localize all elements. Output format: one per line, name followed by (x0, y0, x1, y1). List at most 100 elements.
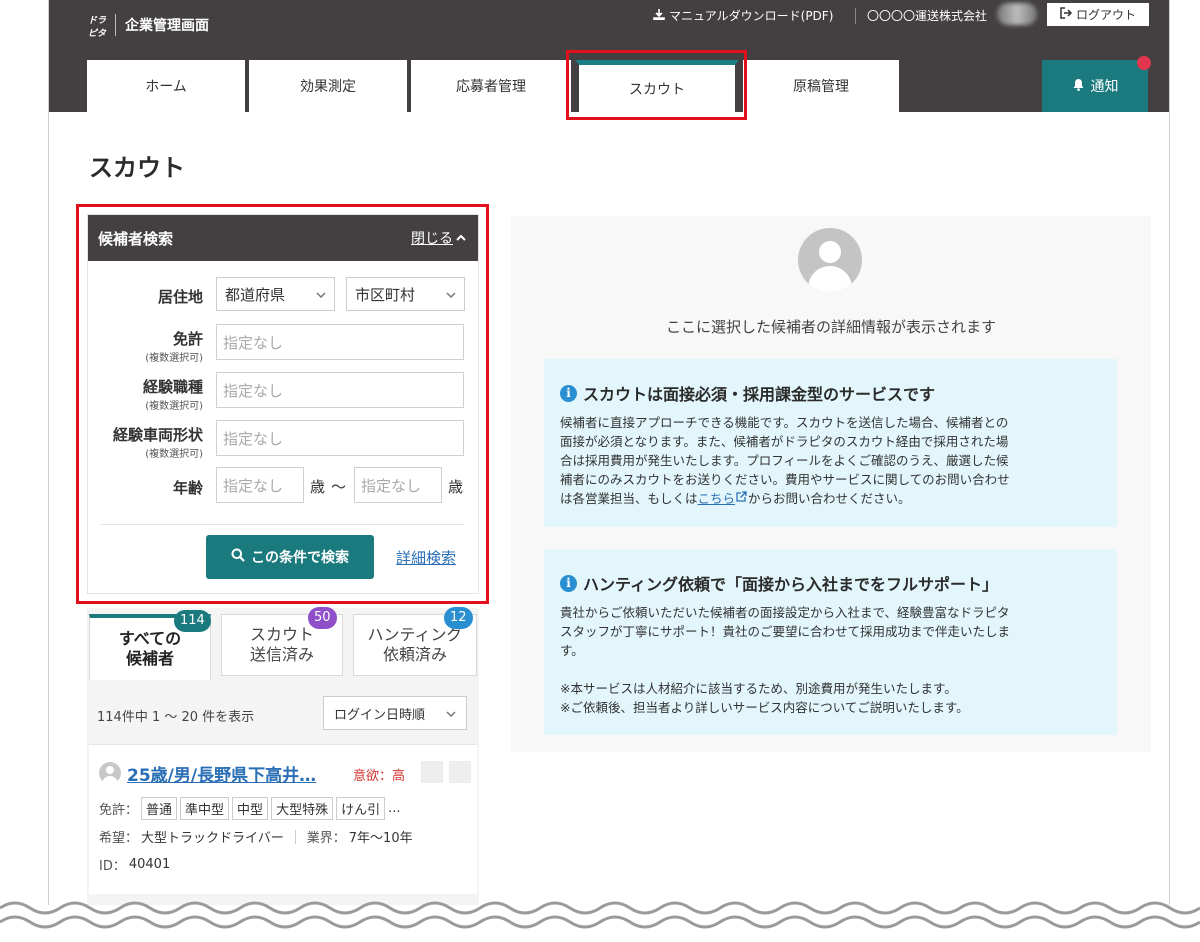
info-line: 候補者に直接アプローチできる機能です。スカウトを送信した場合、候補者との (560, 415, 1009, 430)
app-title: 企業管理画面 (125, 18, 209, 34)
torn-edge (0, 901, 1200, 942)
count-badge: 50 (308, 607, 337, 629)
contact-link[interactable]: こちら (698, 491, 736, 506)
info-text: からお問い合わせください。 (748, 491, 911, 506)
tab-all-candidates[interactable]: 114 すべての 候補者 (89, 610, 211, 680)
age-range-tilde: 〜 (331, 478, 347, 496)
license-input[interactable]: 指定なし (216, 324, 464, 360)
chevron-up-icon (456, 230, 466, 246)
bell-icon (1072, 78, 1085, 95)
search-button[interactable]: この条件で検索 (206, 535, 374, 579)
logout-button[interactable]: ログアウト (1047, 3, 1149, 26)
license-chip: 中型 (232, 797, 269, 820)
id-row: ID： 40401 (99, 855, 170, 874)
header: ドラ ピタ 企業管理画面 マニュアルダウンロード(PDF) 〇〇〇〇運送株式会社… (49, 0, 1169, 112)
notification-button[interactable]: 通知 (1042, 60, 1148, 112)
svg-text:ピタ: ピタ (88, 28, 107, 39)
city-select[interactable]: 市区町村 (346, 277, 465, 311)
detail-placeholder-text: ここに選択した候補者の詳細情報が表示されます (665, 318, 996, 336)
tab-hunting-requested[interactable]: 12 ハンティング 依頼済み (353, 607, 477, 676)
job-type-label: 経験職種 (142, 378, 203, 396)
id-label: ID： (99, 859, 126, 874)
advanced-search-link[interactable]: 詳細検索 (396, 547, 456, 568)
close-panel-link[interactable]: 閉じる (411, 228, 466, 248)
logo[interactable]: ドラ ピタ (87, 12, 109, 40)
tab-applicant-management[interactable]: 応募者管理 (411, 60, 571, 112)
result-count: 114件中 1 〜 20 件を表示 (97, 710, 255, 725)
search-panel-title: 候補者検索 (98, 229, 174, 248)
industry-label: 業界： (306, 831, 346, 846)
search-panel-header: 候補者検索 閉じる (88, 215, 478, 261)
sort-value: ログイン日時順 (334, 707, 426, 723)
info-line: す。 (560, 643, 584, 658)
divider (100, 524, 464, 525)
info-text: は各営業担当、もしくは (560, 491, 698, 506)
candidate-list: 114 すべての 候補者 50 スカウト 送信済み 12 ハンティング 依頼済み… (87, 607, 479, 905)
license-chip: けん引 (336, 797, 386, 820)
search-button-label: この条件で検索 (251, 550, 349, 566)
info-line: スタッフが丁寧にサポート！貴社のご要望に合わせて採用成功まで伴走いたしま (560, 624, 1011, 639)
divider (294, 829, 296, 844)
tab-label-line1: スカウト (249, 625, 314, 644)
tab-label-line1: ハンティング (367, 625, 463, 644)
residence-label: 居住地 (157, 288, 203, 306)
job-type-input[interactable]: 指定なし (216, 372, 464, 408)
scout-info-box: i スカウトは面接必須・採用課金型のサービスです 候補者に直接アプローチできる機… (544, 359, 1117, 527)
industry-value: 7年〜10年 (348, 831, 413, 846)
chevron-down-icon (446, 706, 456, 721)
chevron-down-icon (446, 288, 456, 301)
svg-text:ドラ: ドラ (88, 15, 107, 26)
info-title-text: スカウトは面接必須・採用課金型のサービスです (583, 385, 936, 404)
info-line: 面接が必須となります。また、候補者がドラピタのスカウト経由で採用された場 (560, 434, 1009, 449)
notification-dot (1137, 56, 1151, 70)
license-chip: 準中型 (180, 797, 230, 820)
prefecture-select[interactable]: 都道府県 (216, 277, 335, 311)
vehicle-shape-label: 経験車両形状 (112, 426, 203, 444)
tab-scout[interactable]: スカウト (575, 60, 739, 112)
wish-value: 大型トラックドライバー (141, 831, 284, 846)
app-window: ドラ ピタ 企業管理画面 マニュアルダウンロード(PDF) 〇〇〇〇運送株式会社… (48, 0, 1170, 905)
company-name: 〇〇〇〇運送株式会社 (867, 9, 988, 23)
license-row: 免許： 普通 準中型 中型 大型特殊 けん引 ... (99, 797, 401, 820)
manual-download-label: マニュアルダウンロード(PDF) (669, 9, 834, 23)
license-more: ... (388, 801, 401, 816)
license-label: 免許 (172, 330, 203, 348)
sort-select[interactable]: ログイン日時順 (323, 696, 467, 730)
info-line: 補者にのみスカウトをお送りください。費用やサービスに関してのお問い合わせ (560, 472, 1010, 487)
age-min-input[interactable]: 指定なし (216, 467, 304, 503)
download-icon (653, 8, 665, 23)
external-link-icon (735, 491, 748, 506)
info-icon: i (560, 574, 577, 592)
info-line: ※ご依頼後、担当者より詳しいサービス内容についてご説明いたします。 (560, 700, 969, 715)
manual-download-link[interactable]: マニュアルダウンロード(PDF) (653, 7, 833, 24)
motivation-label: 意欲：高 (353, 769, 406, 784)
info-title-text: ハンティング依頼で「面接から入社までをフルサポート」 (583, 575, 999, 594)
divider (115, 14, 116, 36)
license-row-label: 免許： (99, 803, 139, 818)
info-line: ※本サービスは人材紹介に該当するため、別途費用が発生いたします。 (560, 681, 957, 696)
wish-label: 希望： (99, 831, 139, 846)
info-title: i スカウトは面接必須・採用課金型のサービスです (560, 381, 935, 405)
action-icon[interactable] (421, 761, 443, 783)
count-badge: 114 (174, 610, 211, 632)
license-chip: 大型特殊 (271, 797, 334, 820)
close-label: 閉じる (411, 231, 453, 247)
tab-scout-sent[interactable]: 50 スカウト 送信済み (221, 607, 343, 676)
tab-home[interactable]: ホーム (87, 60, 245, 112)
age-max-input[interactable]: 指定なし (354, 467, 442, 503)
candidate-title-link[interactable]: 25歳/男/長野県下高井… (127, 761, 316, 786)
divider (855, 8, 856, 24)
info-line: 貴社からご依頼いただいた候補者の面接設定から入社まで、経験豊富なドラピタ (560, 605, 1010, 620)
action-icon[interactable] (449, 761, 471, 783)
job-type-sublabel: (複数選択可) (145, 401, 203, 412)
license-sublabel: (複数選択可) (145, 353, 203, 364)
count-badge: 12 (444, 607, 473, 629)
wish-row: 希望： 大型トラックドライバー 業界： 7年〜10年 (99, 827, 413, 846)
vehicle-shape-input[interactable]: 指定なし (216, 420, 464, 456)
tab-label-line2: 依頼済み (382, 645, 447, 664)
info-line (560, 660, 1108, 679)
tab-effect-measurement[interactable]: 効果測定 (249, 60, 407, 112)
tab-manuscript-management[interactable]: 原稿管理 (743, 60, 899, 112)
candidate-card[interactable]: 25歳/男/長野県下高井… 意欲：高 免許： 普通 準中型 中型 大型特殊 けん… (89, 744, 477, 894)
hunting-info-box: i ハンティング依頼で「面接から入社までをフルサポート」 貴社からご依頼いただい… (544, 549, 1117, 735)
